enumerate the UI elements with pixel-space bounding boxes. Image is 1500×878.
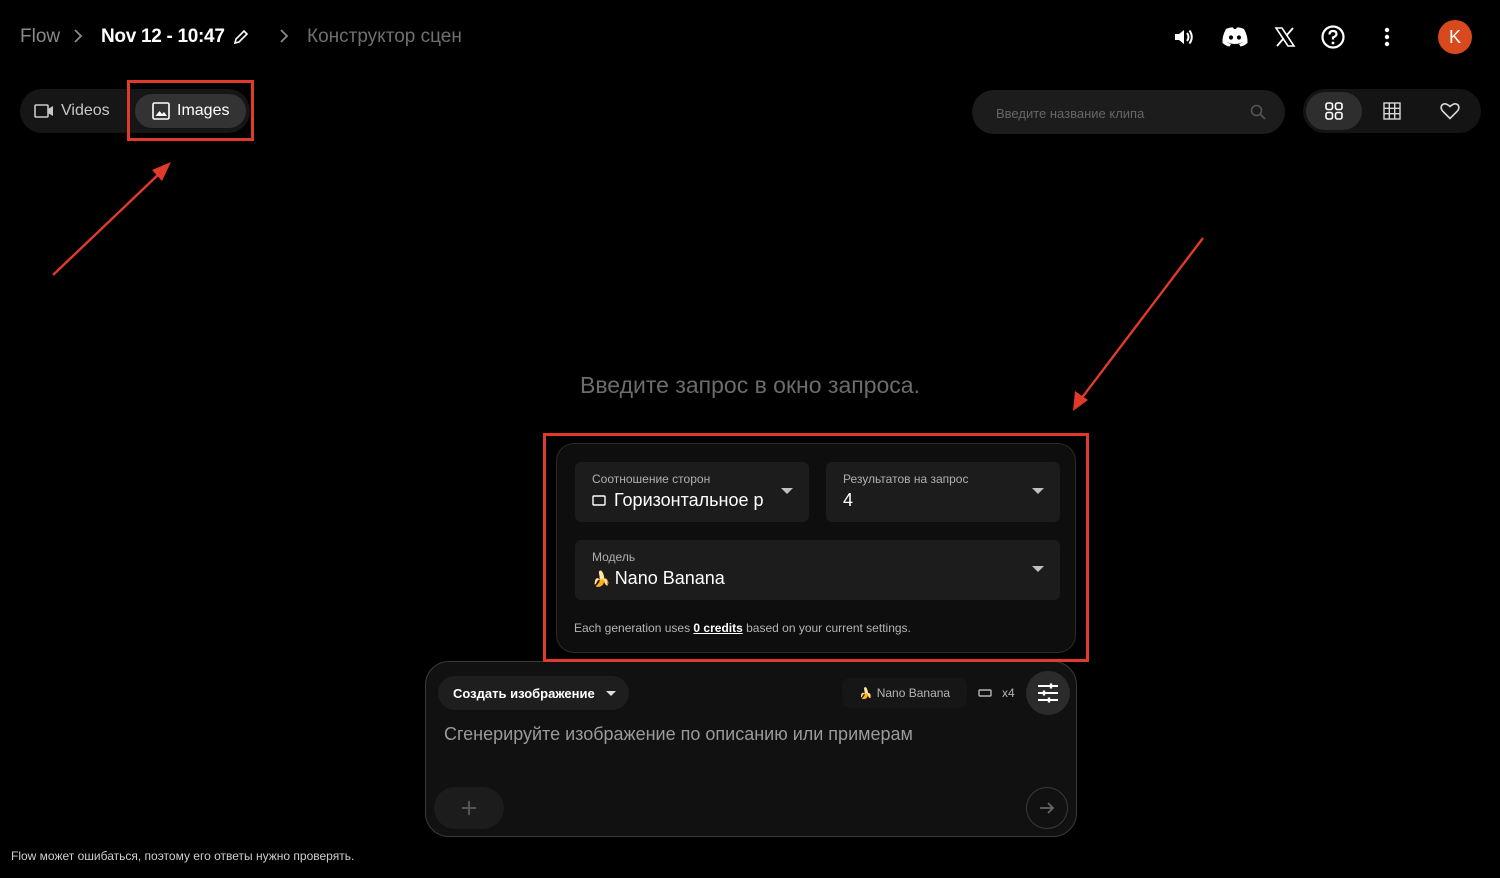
discord-icon[interactable] — [1220, 22, 1250, 52]
project-title[interactable]: Nov 12 - 10:47 — [101, 26, 225, 48]
tab-videos-label: Videos — [61, 102, 110, 119]
x-icon[interactable] — [1270, 22, 1300, 52]
output-count-label: x4 — [1002, 686, 1015, 700]
breadcrumb-root[interactable]: Flow — [20, 26, 60, 48]
search-input[interactable] — [994, 90, 1248, 136]
annotation-box — [543, 433, 1089, 662]
model-chip-label: Nano Banana — [876, 686, 951, 700]
disclaimer-text: Flow может ошибаться, поэтому его ответы… — [11, 849, 355, 863]
speaker-icon[interactable] — [1168, 22, 1198, 52]
chevron-right-icon — [72, 28, 84, 44]
more-vert-icon[interactable] — [1372, 22, 1402, 52]
prompt-box: Создать изображение 🍌 Nano Banana x4 — [425, 661, 1077, 837]
settings-toggle-button[interactable] — [1026, 671, 1070, 715]
view-toggle — [1303, 89, 1481, 133]
video-icon — [34, 104, 54, 118]
help-icon[interactable] — [1318, 22, 1348, 52]
search-icon[interactable] — [1250, 104, 1266, 120]
add-attachment-button[interactable] — [434, 787, 504, 829]
generation-mode-dropdown[interactable]: Создать изображение — [438, 676, 629, 710]
pencil-edit-icon[interactable] — [232, 28, 250, 46]
grid-large-view-button[interactable] — [1306, 92, 1362, 130]
plus-icon — [461, 800, 477, 816]
grid-small-icon — [1383, 102, 1401, 120]
arrow-right-icon — [1039, 801, 1055, 815]
avatar[interactable]: K — [1438, 20, 1472, 54]
caret-down-icon — [605, 691, 616, 696]
prompt-input[interactable] — [442, 722, 1056, 776]
annotation-box — [127, 80, 254, 141]
favorites-view-button[interactable] — [1422, 92, 1478, 130]
model-chip[interactable]: 🍌 Nano Banana — [842, 678, 968, 708]
heart-icon — [1440, 102, 1460, 120]
grid-small-view-button[interactable] — [1364, 92, 1420, 130]
landscape-icon — [978, 689, 992, 697]
grid-large-icon — [1325, 102, 1343, 120]
breadcrumb-current[interactable]: Конструктор сцен — [307, 26, 462, 48]
tab-videos[interactable]: Videos — [34, 94, 110, 128]
output-count-chip[interactable]: x4 — [978, 678, 1015, 708]
annotation-arrowhead — [152, 162, 171, 181]
generation-mode-label: Создать изображение — [453, 685, 595, 701]
chevron-right-icon — [278, 28, 290, 44]
annotation-arrow-line — [52, 171, 162, 276]
send-button[interactable] — [1026, 787, 1068, 829]
clip-search — [972, 90, 1285, 136]
banana-icon: 🍌 — [859, 687, 873, 700]
empty-state-message: Введите запрос в окно запроса. — [580, 372, 920, 398]
tune-sliders-icon — [1037, 683, 1059, 703]
